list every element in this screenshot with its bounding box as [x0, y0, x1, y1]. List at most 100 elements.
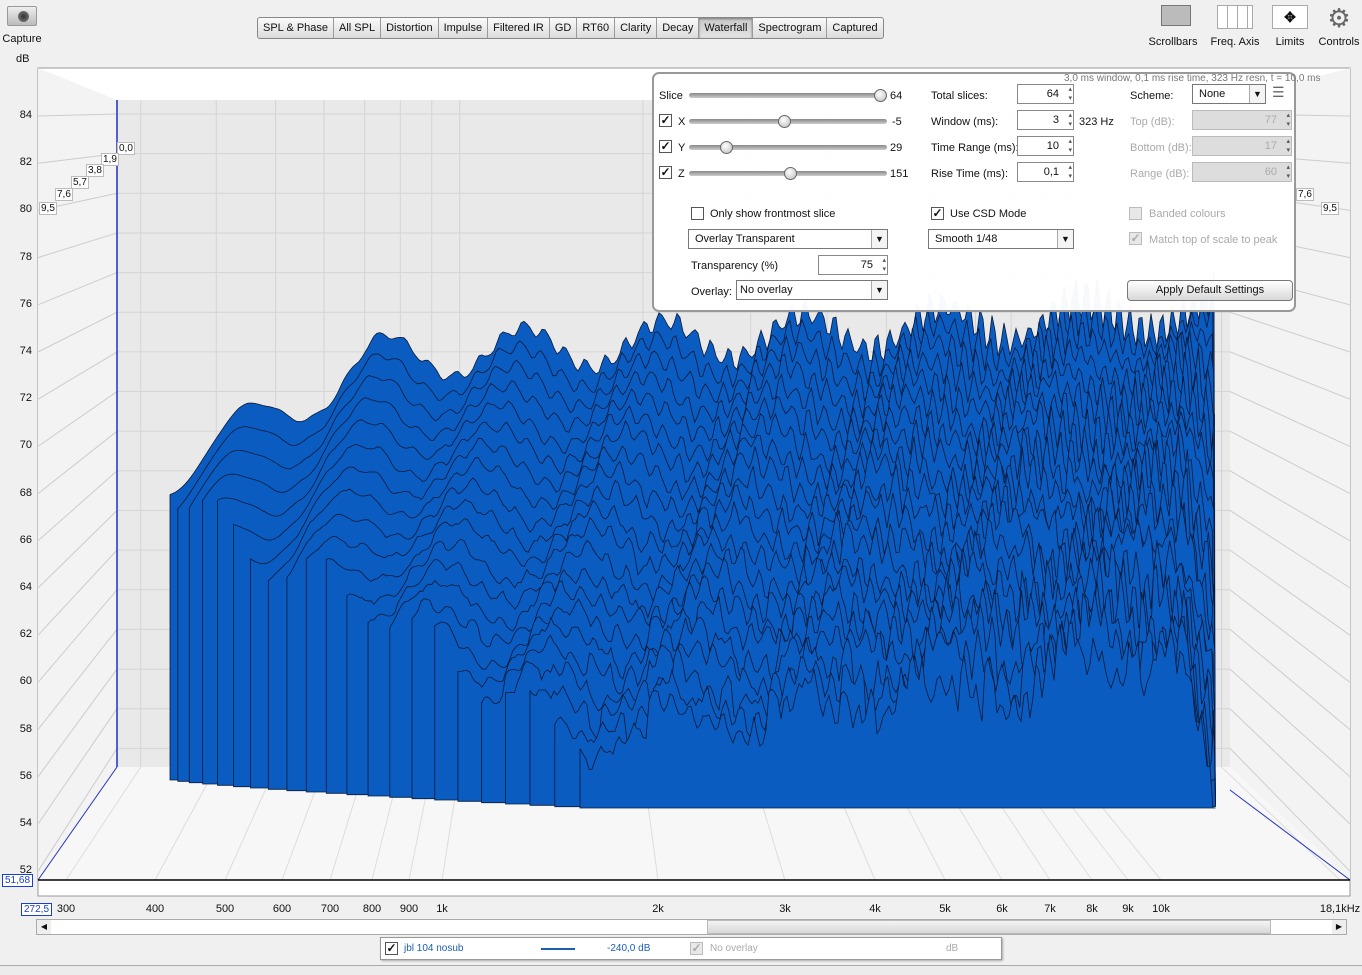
tab-gd[interactable]: GD	[550, 18, 578, 38]
transparency-input[interactable]: 75	[818, 255, 888, 275]
time-tick-label: 0,0	[117, 142, 135, 155]
trace-name[interactable]: jbl 104 nosub	[404, 943, 464, 954]
x-tick-label: 18,1kHz	[1319, 903, 1361, 915]
banded-colours-checkbox[interactable]	[1129, 207, 1142, 220]
y-tick-label: 62	[19, 628, 32, 641]
capture-button[interactable]: Capture	[2, 6, 42, 45]
trace-value: -240,0 dB	[607, 943, 651, 954]
x-tick-label: 7k	[1044, 903, 1056, 915]
top-input[interactable]: 77	[1192, 110, 1292, 130]
y-checkbox[interactable]: ✓	[659, 140, 672, 153]
y-slider-handle[interactable]	[720, 141, 733, 154]
window-input[interactable]: 3	[1017, 110, 1074, 130]
x-slider-handle[interactable]	[778, 115, 791, 128]
x-tick-label: 3k	[779, 903, 791, 915]
x-tick-label: 4k	[869, 903, 881, 915]
window-resolution: 323 Hz	[1079, 116, 1114, 128]
rise-time-input[interactable]: 0,1	[1017, 162, 1074, 182]
scheme-select[interactable]: None ▼	[1192, 84, 1266, 104]
overlay-mode-value: Overlay Transparent	[695, 233, 795, 245]
smoothing-select[interactable]: Smooth 1/48 ▼	[928, 229, 1074, 249]
horizontal-scrollbar[interactable]: ◀ ▶	[36, 919, 1347, 935]
overlay-name: No overlay	[710, 943, 758, 954]
scheme-label: Scheme:	[1130, 90, 1174, 102]
use-csd-checkbox[interactable]: ✓	[931, 207, 944, 220]
x-tick-label: 5k	[939, 903, 951, 915]
x-tick-label: 700	[320, 903, 340, 915]
tab-distortion[interactable]: Distortion	[381, 18, 439, 38]
z-checkbox[interactable]: ✓	[659, 166, 672, 179]
x-tick-label: 500	[215, 903, 235, 915]
overlay-select[interactable]: No overlay ▼	[736, 280, 888, 300]
tab-waterfall[interactable]: Waterfall	[699, 18, 754, 38]
legend-bar: ✓ jbl 104 nosub -240,0 dB ✓ No overlay d…	[380, 937, 1002, 960]
overlay-mode-select[interactable]: Overlay Transparent ▼	[688, 229, 888, 249]
trace-color-swatch	[541, 948, 575, 950]
scroll-right-arrow-icon[interactable]: ▶	[1332, 920, 1346, 934]
x-tick-label: 800	[362, 903, 382, 915]
y-tick-label: 54	[19, 817, 32, 829]
total-slices-input[interactable]: 64	[1017, 84, 1074, 104]
status-bar	[0, 965, 1362, 975]
x-tick-label: 6k	[996, 903, 1008, 915]
limits-arrows-icon: ✥	[1272, 5, 1308, 29]
tab-clarity[interactable]: Clarity	[615, 18, 658, 38]
x-value: -5	[892, 116, 902, 128]
scheme-settings-icon[interactable]: ☰	[1272, 84, 1285, 101]
transparency-label: Transparency (%)	[691, 260, 779, 272]
scrollbars-button[interactable]: Scrollbars	[1145, 5, 1201, 48]
tab-spectrogram[interactable]: Spectrogram	[753, 18, 828, 38]
y-tick-label: 66	[19, 533, 32, 546]
overlay-checkbox[interactable]: ✓	[690, 942, 703, 955]
tab-spl-phase[interactable]: SPL & Phase	[258, 18, 335, 38]
overlay-unit: dB	[946, 943, 959, 954]
tab-all-spl[interactable]: All SPL	[334, 18, 382, 38]
bottom-input[interactable]: 17	[1192, 136, 1292, 156]
x-tick-label: 900	[399, 903, 419, 915]
graph-tabs: SPL & Phase All SPL Distortion Impulse Filte…	[257, 17, 884, 39]
freq-axis-label: Freq. Axis	[1210, 36, 1260, 48]
waterfall-controls-panel: Slice 64 ✓ X -5 ✓ Y 29 ✓ Z 151 Total sli…	[652, 72, 1296, 312]
window-label: Window (ms):	[931, 116, 999, 128]
slice-slider-handle[interactable]	[874, 89, 887, 102]
x-checkbox[interactable]: ✓	[659, 114, 672, 127]
range-input[interactable]: 60	[1192, 162, 1292, 182]
slice-slider[interactable]	[689, 93, 879, 98]
y-tick-label: 64	[19, 581, 32, 593]
controls-button[interactable]: ⚙ Controls	[1316, 5, 1362, 48]
smoothing-value: Smooth 1/48	[935, 233, 998, 245]
apply-default-settings-button[interactable]: Apply Default Settings	[1127, 280, 1293, 301]
scroll-left-arrow-icon[interactable]: ◀	[37, 920, 51, 934]
y-tick-label: 74	[19, 345, 32, 357]
time-tick-label: 9,5	[39, 202, 57, 215]
x-tick-label: 300	[56, 903, 76, 915]
y-tick-label: 58	[19, 722, 32, 735]
overlay-label: Overlay:	[691, 286, 732, 298]
x-tick-label: 2k	[652, 903, 664, 915]
controls-label: Controls	[1318, 36, 1360, 48]
tab-decay[interactable]: Decay	[657, 18, 700, 38]
only-frontmost-checkbox[interactable]	[691, 207, 704, 220]
tab-filtered-ir[interactable]: Filtered IR	[488, 18, 550, 38]
z-slider-handle[interactable]	[784, 167, 797, 180]
tab-impulse[interactable]: Impulse	[439, 18, 489, 38]
y-slider[interactable]	[689, 145, 887, 150]
x-tick-label: 9k	[1122, 903, 1134, 915]
scrollbar-thumb[interactable]	[707, 920, 1271, 934]
tab-captured[interactable]: Captured	[827, 18, 882, 38]
scheme-value: None	[1199, 88, 1226, 100]
time-tick-label-right: 7,6	[1296, 188, 1314, 201]
use-csd-label: Use CSD Mode	[950, 208, 1027, 220]
plot-info-text: 3,0 ms window, 0,1 ms rise time, 323 Hz …	[1064, 73, 1321, 84]
trace-visible-checkbox[interactable]: ✓	[385, 942, 398, 955]
camera-icon	[7, 6, 37, 26]
match-top-checkbox[interactable]: ✓	[1129, 232, 1142, 245]
time-range-input[interactable]: 10	[1017, 136, 1074, 156]
freq-axis-button[interactable]: Freq. Axis	[1207, 5, 1263, 48]
z-label: Z	[678, 168, 685, 180]
range-label: Range (dB):	[1130, 168, 1190, 180]
limits-button[interactable]: ✥ Limits	[1268, 5, 1312, 48]
x-tick-label: 1k	[436, 903, 448, 915]
tab-rt60[interactable]: RT60	[577, 18, 616, 38]
y-tick-label: 78	[19, 250, 32, 263]
